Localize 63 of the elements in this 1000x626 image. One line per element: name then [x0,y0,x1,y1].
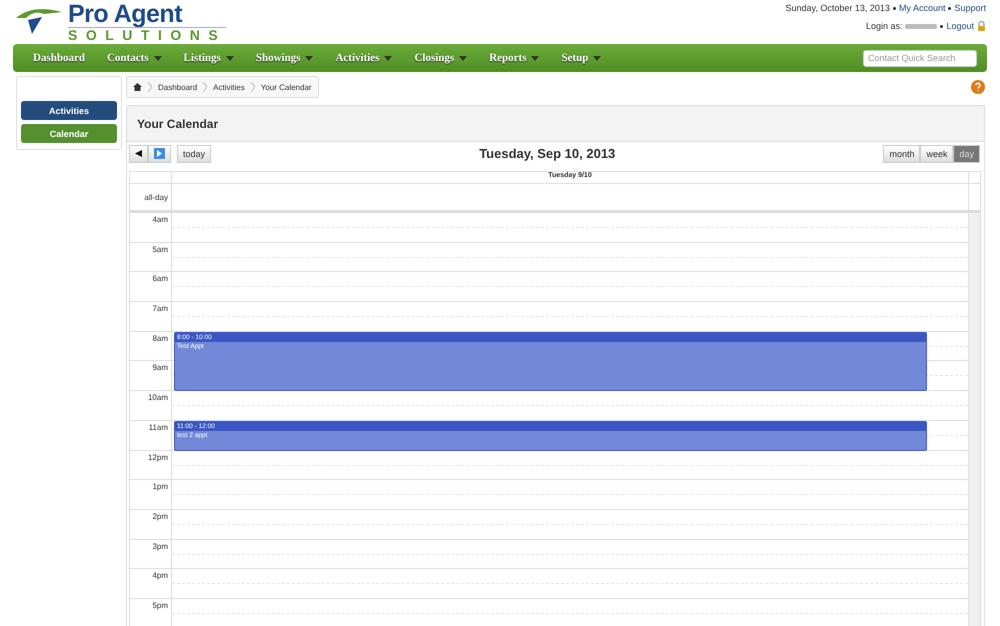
caret-icon [531,56,540,60]
hour-label: 3pm [152,542,168,551]
breadcrumb-link[interactable]: Dashboard [158,82,198,92]
view-button[interactable]: day [953,144,980,162]
nav-item[interactable]: Dashboard [33,52,85,64]
scrollbar[interactable] [968,213,980,626]
hour-label: 2pm [152,512,168,521]
breadcrumb-link[interactable]: Activities [213,82,245,92]
brand-name: Pro Agent [68,2,184,27]
caret-icon [226,56,234,60]
nav-item[interactable]: Listings [184,52,234,64]
hour-label: 9am [152,363,168,372]
caret-icon [305,56,314,60]
hour-label: 6am [152,274,168,284]
nav-item[interactable]: Showings [256,52,314,64]
help-icon[interactable] [971,80,985,94]
hour-label: 5am [152,244,168,254]
bullet-icon [892,6,896,10]
chevron-separator-icon [250,82,255,92]
nav-item[interactable]: Closings [414,52,468,64]
caret-icon [384,56,392,60]
bullet-icon [940,24,944,28]
all-day-label: all-day [144,192,168,202]
home-icon[interactable] [133,83,142,91]
chevron-separator-icon [148,82,152,92]
logout-link[interactable]: Logout [946,21,974,31]
caret-icon [154,56,162,60]
brand-tagline: SOLUTIONS [68,27,226,42]
hour-label: 5pm [152,600,168,610]
hour-label: 7am [152,304,168,314]
calendar-title: Tuesday, Sep 10, 2013 [478,146,616,161]
view-button[interactable]: month [883,144,920,162]
nav-item[interactable]: Activities [335,52,392,64]
hour-label: 11am [148,422,168,432]
hour-label: 4pm [152,571,168,580]
header-link[interactable]: Support [954,3,986,13]
breadcrumb-link[interactable]: Your Calendar [260,82,312,92]
caret-icon [459,56,468,60]
previous-button[interactable] [129,144,148,162]
left-triangle-icon [135,150,142,157]
hour-label: 4am [152,215,168,224]
hour-label: 10am [148,393,168,402]
sidebar-button[interactable]: Activities [21,101,117,120]
panel-title: Your Calendar [127,106,984,142]
hour-label: 8am [152,334,168,343]
view-button[interactable]: week [920,144,954,162]
search-field[interactable]: Contact Quick Search [863,50,977,66]
nav-item[interactable]: Contacts [106,52,162,64]
hour-label: 1pm [152,482,168,492]
nav-item[interactable]: Setup [561,52,602,64]
bullet-icon [948,6,952,10]
chevron-separator-icon [203,82,208,92]
current-date: Sunday, October 13, 2013 [786,3,890,13]
blurred-username [905,24,938,28]
right-triangle-icon [154,148,165,159]
lock-icon [977,21,986,31]
sidebar-button[interactable]: Calendar [21,124,117,143]
hour-label: 12pm [148,452,168,462]
nav-item[interactable]: Reports [489,52,540,64]
today-button[interactable]: today [177,144,212,162]
header-link[interactable]: My Account [898,3,946,13]
login-label: Login as: [866,21,902,31]
caret-icon [593,56,602,60]
